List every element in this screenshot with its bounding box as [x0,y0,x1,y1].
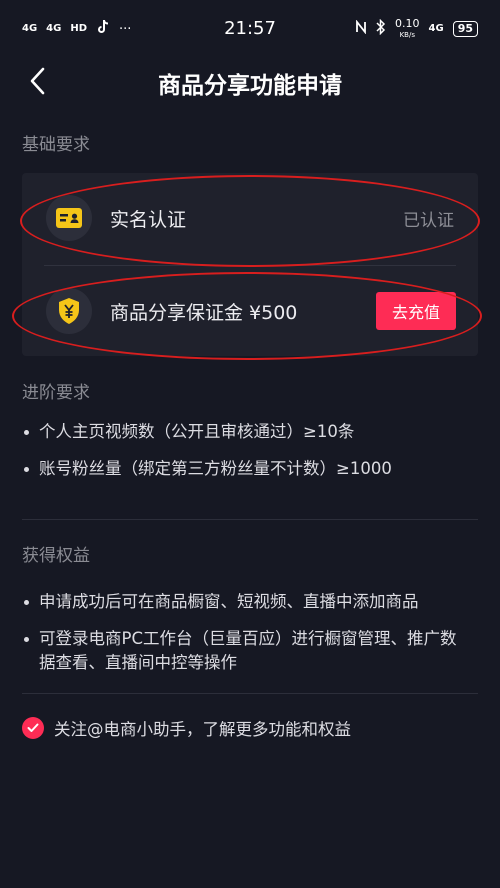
list-item: 账号粉丝量（绑定第三方粉丝量不计数）≥1000 [22,457,472,481]
chevron-left-icon [29,67,45,99]
realname-row[interactable]: 实名认证 已认证 [22,173,478,263]
advanced-list: 个人主页视频数（公开且审核通过）≥10条 账号粉丝量（绑定第三方粉丝量不计数）≥… [22,420,472,481]
realname-label: 实名认证 [110,208,187,231]
deposit-label: 商品分享保证金 ¥500 [110,301,298,324]
speed-unit: KB/s [399,31,415,39]
divider [22,519,478,520]
bluetooth-icon [376,18,386,39]
status-bar: 4G 4G HD ··· 21:57 0.10 KB/s 4G 95 [0,0,500,58]
basic-requirements-card: 实名认证 已认证 商品分享保证金 ¥500 去充值 [22,173,478,356]
network-indicator-3: 4G [428,23,444,34]
page-title: 商品分享功能申请 [158,73,342,99]
network-speed: 0.10 KB/s [395,17,420,39]
benefits-list: 申请成功后可在商品橱窗、短视频、直播中添加商品 可登录电商PC工作台（巨量百应）… [22,590,462,675]
section-title-benefits: 获得权益 [22,546,90,566]
section-title-basic: 基础要求 [22,135,90,155]
tiktok-icon [96,19,110,39]
back-button[interactable] [20,66,54,100]
status-left: 4G 4G HD ··· [22,19,131,39]
list-item: 申请成功后可在商品橱窗、短视频、直播中添加商品 [22,590,462,614]
recharge-button[interactable]: 去充值 [376,292,456,330]
network-indicator-1: 4G [22,23,38,34]
list-item: 可登录电商PC工作台（巨量百应）进行橱窗管理、推广数据查看、直播间中控等操作 [22,627,462,675]
realname-status: 已认证 [403,210,454,231]
network-indicator-2: 4G [46,23,62,34]
section-title-advanced: 进阶要求 [22,383,90,403]
yuan-shield-icon [46,288,92,334]
id-card-icon [46,195,92,241]
follow-checkbox[interactable] [22,717,44,739]
status-right: 0.10 KB/s 4G 95 [355,17,478,39]
nav-bar: 商品分享功能申请 [0,58,500,108]
checkmark-icon [27,723,39,732]
more-notifications: ··· [119,21,132,37]
list-item: 个人主页视频数（公开且审核通过）≥10条 [22,420,472,444]
speed-value: 0.10 [395,17,420,31]
battery-indicator: 95 [452,21,478,37]
follow-text: 关注@电商小助手，了解更多功能和权益 [54,720,351,739]
deposit-row: 商品分享保证金 ¥500 去充值 [22,266,478,356]
nfc-icon [355,19,367,38]
divider [22,693,478,694]
follow-option[interactable]: 关注@电商小助手，了解更多功能和权益 [22,716,351,740]
hd-indicator: HD [70,23,88,34]
